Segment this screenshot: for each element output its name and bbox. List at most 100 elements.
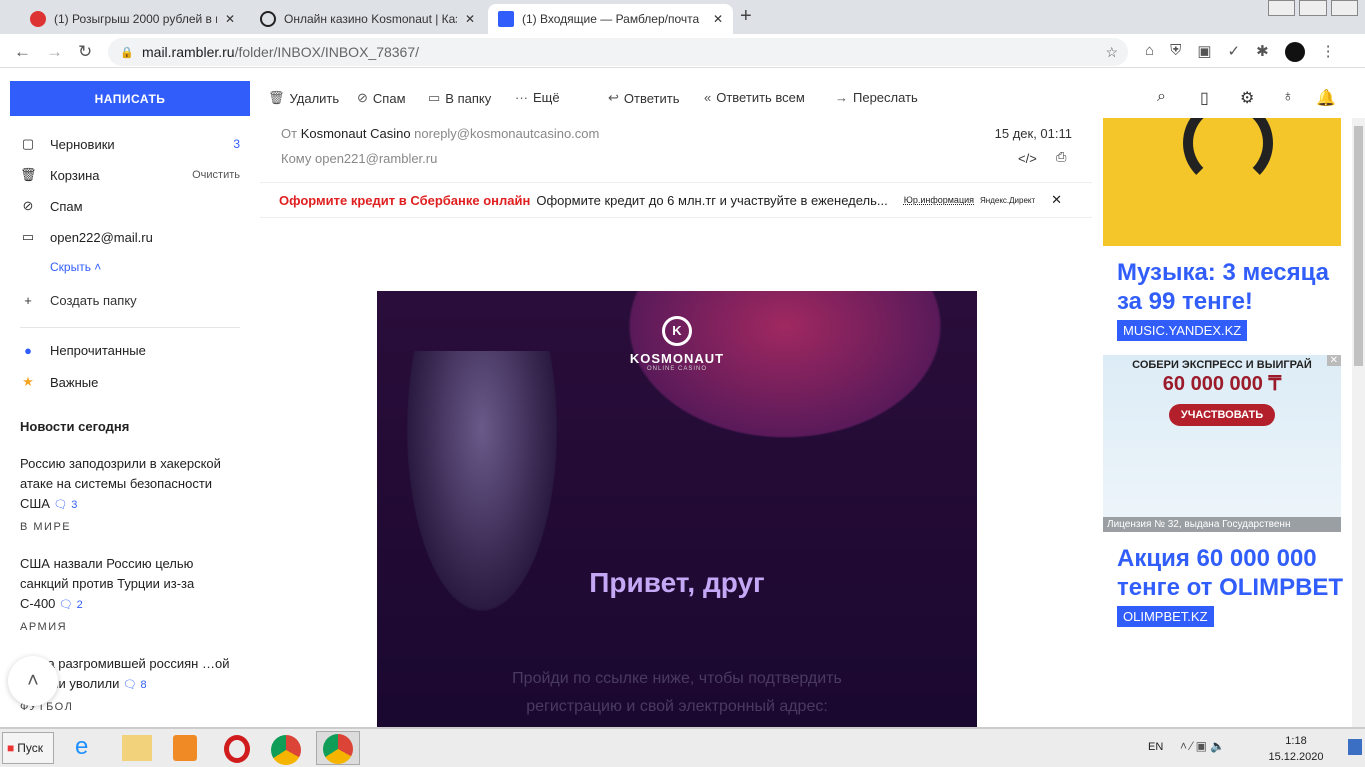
reply-all-icon: «	[704, 90, 712, 105]
from-line: От Kosmonaut Casino noreply@kosmonautcas…	[281, 126, 600, 141]
clock[interactable]: 1:18 15.12.2020	[1266, 733, 1326, 765]
headphones-ad-image[interactable]	[1103, 118, 1341, 246]
source-code-icon[interactable]: </>	[1018, 151, 1037, 166]
recipient-email[interactable]: open221@rambler.ru	[315, 151, 437, 166]
ads-column: Музыка: 3 месяца за 99 тенге! MUSIC.YAND…	[1100, 118, 1345, 727]
reply-button[interactable]: ↩ Ответить	[608, 90, 679, 106]
new-tab-button[interactable]: +	[740, 5, 752, 28]
search-icon[interactable]: ⌕	[1157, 88, 1166, 106]
start-button[interactable]: ■ Пуск	[2, 732, 54, 764]
sender-email[interactable]: noreply@kosmonautcasino.com	[414, 126, 599, 141]
puzzle-icon[interactable]: ✱	[1256, 42, 1269, 62]
extensions: ⌂ ⛨ ▣ ✓ ✱ ⋮	[1145, 42, 1336, 62]
opera-icon[interactable]	[224, 735, 250, 763]
close-tab-icon[interactable]: ✕	[225, 12, 235, 26]
move-to-folder-button[interactable]: ▭ В папку	[428, 90, 491, 106]
mail-favicon	[498, 11, 514, 27]
scroll-to-top-button[interactable]: ˄	[8, 656, 58, 706]
close-ad-icon[interactable]: ✕	[1051, 192, 1062, 208]
more-button[interactable]: ··· Ещё	[515, 90, 560, 105]
legal-info-link[interactable]: Юр.информация	[904, 195, 974, 205]
news-category[interactable]: АРМИЯ	[20, 621, 67, 633]
ad-title[interactable]: Акция 60 000 000 тенге от OLIMPBET	[1100, 544, 1345, 602]
folder-external[interactable]: ▭ open222@mail.ru	[20, 229, 240, 245]
minimize-button[interactable]	[1268, 0, 1296, 16]
url-input[interactable]: 🔒 mail.rambler.ru/folder/INBOX/INBOX_7836…	[108, 38, 1128, 66]
reload-icon[interactable]: ↻	[78, 42, 92, 62]
news-category[interactable]: В МИРЕ	[20, 521, 71, 533]
forward-icon[interactable]: →	[46, 42, 63, 62]
promo-ad[interactable]: Оформите кредит в Сбербанке онлайн Оформ…	[260, 182, 1092, 218]
tab-rambler-mail[interactable]: (1) Входящие — Рамблер/почта ✕	[488, 4, 733, 34]
maximize-button[interactable]	[1299, 0, 1327, 16]
show-desktop-icon[interactable]	[1348, 739, 1362, 755]
star-icon: ★	[22, 374, 34, 389]
profile-avatar[interactable]	[1284, 42, 1305, 62]
folder-trash[interactable]: 🗑 Корзина Очистить	[20, 167, 240, 183]
close-tab-icon[interactable]: ✕	[713, 12, 723, 26]
email-date: 15 дек, 01:11	[994, 126, 1072, 141]
extension-icon[interactable]: ⌂	[1145, 42, 1154, 62]
spam-icon: ⊘	[22, 198, 34, 213]
unread-dot-icon: ●	[24, 343, 32, 358]
chrome-active-taskbar-button[interactable]	[316, 731, 360, 765]
contacts-icon[interactable]: ▯	[1200, 88, 1209, 108]
close-window-button[interactable]	[1330, 0, 1358, 16]
reply-all-button[interactable]: «Ответить всем	[704, 90, 805, 105]
site-favicon	[30, 11, 46, 27]
comment-icon: 🗨	[122, 679, 137, 691]
olimpbet-banner[interactable]: СОБЕРИ ЭКСПРЕСС И ВЫИГРАЙ 60 000 000 ₸ У…	[1103, 355, 1341, 532]
back-icon[interactable]: ←	[14, 42, 31, 62]
comment-icon: 🗨	[53, 499, 68, 511]
filter-unread[interactable]: ● Непрочитанные	[20, 343, 240, 358]
trash-icon: 🗑	[268, 90, 285, 105]
reply-icon: ↩	[608, 90, 619, 105]
tray-icons[interactable]: ˄ ⁄ ▣ 🔈	[1180, 739, 1225, 753]
sidebar: ▢ Черновики 3 🗑 Корзина Очистить ⊘ Спам ▭ open…	[0, 126, 260, 726]
empty-trash-link[interactable]: Очистить	[192, 169, 240, 181]
news-item[interactable]: Россию заподозрили в хакерской атаке на …	[20, 454, 230, 515]
scrollbar[interactable]	[1352, 118, 1365, 727]
compose-button[interactable]: НАПИСАТЬ	[10, 81, 250, 116]
media-player-icon[interactable]	[173, 735, 197, 761]
shield-icon[interactable]: ⛨	[1170, 42, 1181, 62]
spam-button[interactable]: ⊘ Спам	[357, 90, 406, 106]
hide-folders-link[interactable]: Скрыть ˄	[50, 260, 101, 274]
extension-icon[interactable]: ▣	[1197, 42, 1211, 62]
folder-icon: ▭	[21, 229, 35, 244]
delete-button[interactable]: 🗑 Удалить	[268, 90, 339, 106]
folder-spam[interactable]: ⊘ Спам	[20, 198, 240, 214]
folder-icon: ▭	[428, 90, 441, 105]
explorer-icon[interactable]	[122, 735, 152, 761]
filter-important[interactable]: ★ Важные	[20, 374, 240, 390]
ad-title[interactable]: Музыка: 3 месяца за 99 тенге!	[1100, 258, 1345, 316]
language-indicator[interactable]: EN	[1148, 741, 1163, 753]
bell-icon[interactable]: 🔔	[1316, 88, 1336, 108]
divider	[20, 327, 240, 328]
chrome-icon[interactable]	[271, 735, 301, 765]
menu-icon[interactable]: ⋮	[1321, 42, 1336, 62]
tab-giveaway[interactable]: (1) Розыгрыш 2000 рублей в ново✕	[20, 4, 245, 34]
ad-link[interactable]: MUSIC.YANDEX.KZ	[1117, 320, 1248, 341]
gear-icon[interactable]: ⚙	[1240, 88, 1254, 108]
tab-kosmonaut[interactable]: Онлайн казино Kosmonaut | Казин ✕	[250, 4, 485, 34]
close-tab-icon[interactable]: ✕	[465, 12, 475, 26]
trash-icon: 🗑	[20, 167, 37, 182]
mail-toolbar: НАПИСАТЬ 🗑 Удалить ⊘ Спам ▭ В папку ··· Ещё …	[0, 78, 1365, 118]
forward-button[interactable]: → Переслать	[835, 90, 918, 105]
ie-icon[interactable]: e	[75, 733, 88, 761]
lightbulb-icon[interactable]: ♁	[1282, 88, 1294, 106]
print-icon[interactable]: ⎙	[1056, 149, 1066, 165]
window-controls	[1268, 0, 1358, 18]
close-ad-icon[interactable]: ✕	[1326, 355, 1341, 366]
scrollbar-thumb[interactable]	[1354, 126, 1363, 366]
draft-icon: ▢	[21, 136, 35, 151]
create-folder-button[interactable]: + Создать папку	[20, 293, 240, 308]
ad-link[interactable]: OLIMPBET.KZ	[1117, 606, 1214, 627]
news-item[interactable]: США назвали Россию целью санкций против …	[20, 554, 230, 615]
plus-icon: +	[24, 293, 32, 308]
forward-icon: →	[835, 90, 848, 105]
shield-check-icon[interactable]: ✓	[1228, 42, 1241, 62]
bookmark-star-icon[interactable]: ☆	[1105, 44, 1118, 61]
folder-drafts[interactable]: ▢ Черновики 3	[20, 136, 240, 152]
